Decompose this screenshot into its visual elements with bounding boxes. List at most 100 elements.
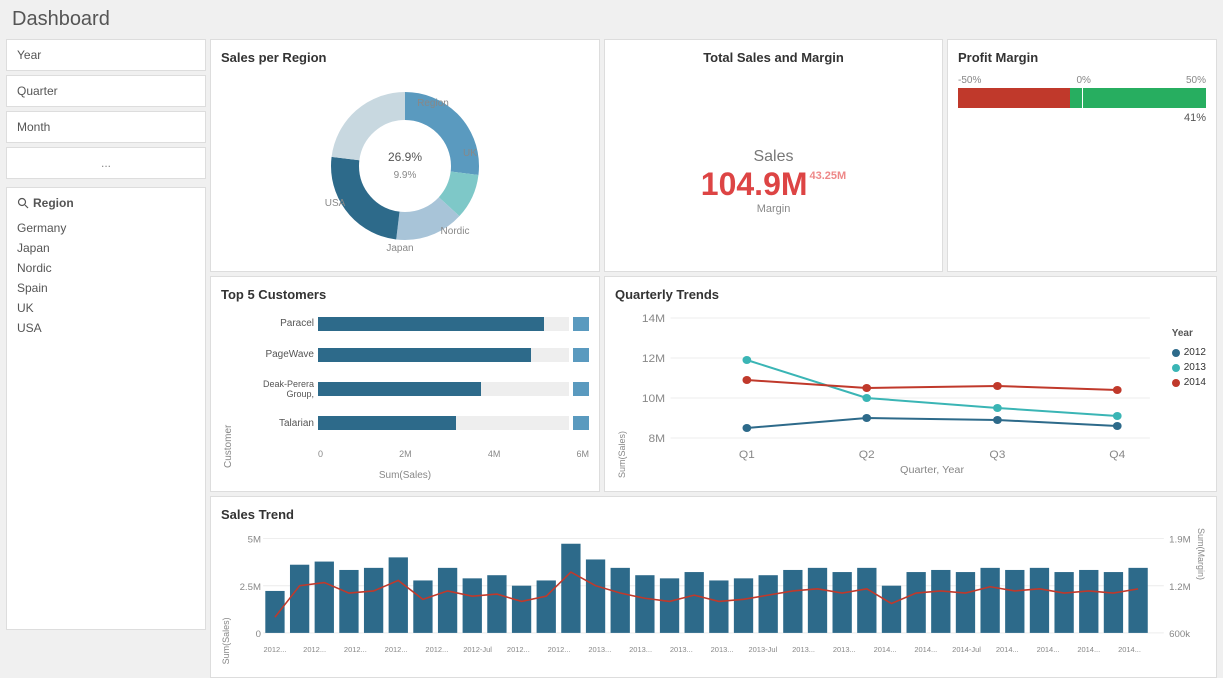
svg-text:2012...: 2012...	[344, 645, 367, 654]
profit-bar-container: -50% 0% 50% 41%	[958, 75, 1206, 124]
filter-month[interactable]: Month	[6, 111, 206, 143]
bar-track	[318, 416, 569, 430]
bar-name: Deak-Perera Group,	[234, 379, 314, 399]
axis-max: 50%	[1186, 75, 1206, 86]
region-section: Region Germany Japan Nordic Spain UK USA	[6, 187, 206, 630]
axis-min: -50%	[958, 75, 981, 86]
legend-label-2012: 2012	[1184, 347, 1206, 358]
customers-card: Top 5 Customers Customer Paracel PageWav…	[210, 276, 600, 492]
bar-x-axis: 02M4M6M	[234, 449, 589, 459]
quarterly-title: Quarterly Trends	[615, 287, 1206, 302]
profit-bar-tick	[1082, 88, 1083, 108]
svg-text:2014...: 2014...	[874, 645, 897, 654]
axis-mid: 0%	[1076, 75, 1090, 86]
bar-name: Paracel	[234, 318, 314, 329]
profit-bar-red	[958, 88, 1070, 108]
legend-2014: 2014	[1172, 377, 1206, 388]
bar-chart: Customer Paracel PageWave	[221, 308, 589, 468]
region-item[interactable]: Spain	[17, 278, 195, 298]
svg-text:2014...: 2014...	[914, 645, 937, 654]
svg-text:Q3: Q3	[989, 449, 1005, 460]
svg-text:2014...: 2014...	[1037, 645, 1060, 654]
margin-label: Margin	[757, 203, 791, 215]
svg-text:2014...: 2014...	[1077, 645, 1100, 654]
region-item[interactable]: Nordic	[17, 258, 195, 278]
quarterly-chart-area: Sum(Sales) 14M 12M 10M 8M Q1	[615, 308, 1206, 478]
svg-text:2013...: 2013...	[670, 645, 693, 654]
svg-text:10M: 10M	[642, 393, 665, 404]
svg-text:2012...: 2012...	[507, 645, 530, 654]
legend-2013: 2013	[1172, 362, 1206, 373]
profit-title: Profit Margin	[958, 50, 1206, 65]
sales-trend-card: Sales Trend Sum(Sales) 5M 2.5M 0	[210, 496, 1217, 678]
svg-text:2012...: 2012...	[303, 645, 326, 654]
bar-name: PageWave	[234, 349, 314, 360]
sales-region-title: Sales per Region	[221, 50, 589, 65]
bar-row: Deak-Perera Group,	[234, 379, 589, 399]
dashboard-title: Dashboard	[0, 0, 1223, 35]
svg-text:Japan: Japan	[386, 243, 413, 254]
filter-year[interactable]: Year	[6, 39, 206, 71]
profit-margin-card: Profit Margin -50% 0% 50% 41%	[947, 39, 1217, 272]
svg-text:2013...: 2013...	[792, 645, 815, 654]
region-item[interactable]: UK	[17, 298, 195, 318]
legend-2012: 2012	[1172, 347, 1206, 358]
svg-text:2013...: 2013...	[711, 645, 734, 654]
bar-row: PageWave	[234, 348, 589, 362]
svg-text:Quarter, Year: Quarter, Year	[900, 465, 965, 476]
svg-text:2014-Jul: 2014-Jul	[952, 645, 981, 654]
svg-text:2012...: 2012...	[264, 645, 287, 654]
customers-title: Top 5 Customers	[221, 287, 589, 302]
svg-text:Q1: Q1	[739, 449, 755, 460]
top-row: Sales per Region	[210, 39, 1217, 272]
svg-text:2013-Jul: 2013-Jul	[748, 645, 777, 654]
filter-quarter[interactable]: Quarter	[6, 75, 206, 107]
region-item[interactable]: USA	[17, 318, 195, 338]
region-item[interactable]: Germany	[17, 218, 195, 238]
profit-percent: 41%	[958, 112, 1206, 124]
svg-text:2012...: 2012...	[385, 645, 408, 654]
legend-dot-2012	[1172, 349, 1180, 357]
total-sales-title: Total Sales and Margin	[703, 50, 844, 65]
search-icon	[17, 197, 29, 209]
svg-text:8M: 8M	[648, 433, 665, 444]
svg-text:Q4: Q4	[1109, 449, 1126, 460]
legend-title: Year	[1172, 328, 1206, 339]
svg-text:Nordic: Nordic	[441, 226, 470, 237]
region-label: Region	[33, 196, 74, 210]
profit-axis: -50% 0% 50%	[958, 75, 1206, 86]
sales-trend-title: Sales Trend	[221, 507, 1206, 522]
bar-fill	[318, 416, 456, 430]
margin-value: 43.25M	[810, 170, 847, 182]
svg-text:Q2: Q2	[859, 449, 875, 460]
profit-bar-green	[1070, 88, 1206, 108]
sales-label: Sales	[753, 148, 793, 166]
quarterly-legend: Year 2012 2013 2014	[1172, 308, 1206, 478]
filter-more[interactable]: ...	[6, 147, 206, 179]
quarterly-y-label: Sum(Sales)	[615, 308, 627, 478]
donut-chart-container: 26.9% 9.9% Region UK Nordic USA Japan	[221, 71, 589, 261]
quarterly-chart-svg: 14M 12M 10M 8M Q1 Q2 Q3 Q4 Quarter, Year	[627, 308, 1172, 478]
bar-name: Talarian	[234, 418, 314, 429]
region-list: Germany Japan Nordic Spain UK USA	[17, 218, 195, 338]
bar-small	[573, 382, 589, 396]
region-item[interactable]: Japan	[17, 238, 195, 258]
svg-text:14M: 14M	[642, 313, 665, 324]
sales-region-card: Sales per Region	[210, 39, 600, 272]
svg-text:5M: 5M	[248, 535, 261, 546]
trend-y-left-label: Sum(Sales)	[221, 528, 231, 664]
sidebar: Year Quarter Month ... Region Germany Ja…	[6, 39, 206, 630]
svg-text:26.9%: 26.9%	[388, 150, 422, 164]
bar-chart-inner: Paracel PageWave	[234, 308, 589, 468]
svg-text:2014...: 2014...	[1118, 645, 1141, 654]
legend-dot-2014	[1172, 379, 1180, 387]
bar-track	[318, 348, 569, 362]
quarterly-card: Quarterly Trends Sum(Sales) 14M 12M 10M …	[604, 276, 1217, 492]
bottom-row: Sales Trend Sum(Sales) 5M 2.5M 0	[210, 496, 1217, 678]
legend-label-2013: 2013	[1184, 362, 1206, 373]
total-sales-card: Total Sales and Margin Sales 104.9M43.25…	[604, 39, 943, 272]
svg-text:2013...: 2013...	[629, 645, 652, 654]
bar-small	[573, 348, 589, 362]
profit-bar-track	[958, 88, 1206, 108]
middle-row: Top 5 Customers Customer Paracel PageWav…	[210, 276, 1217, 492]
